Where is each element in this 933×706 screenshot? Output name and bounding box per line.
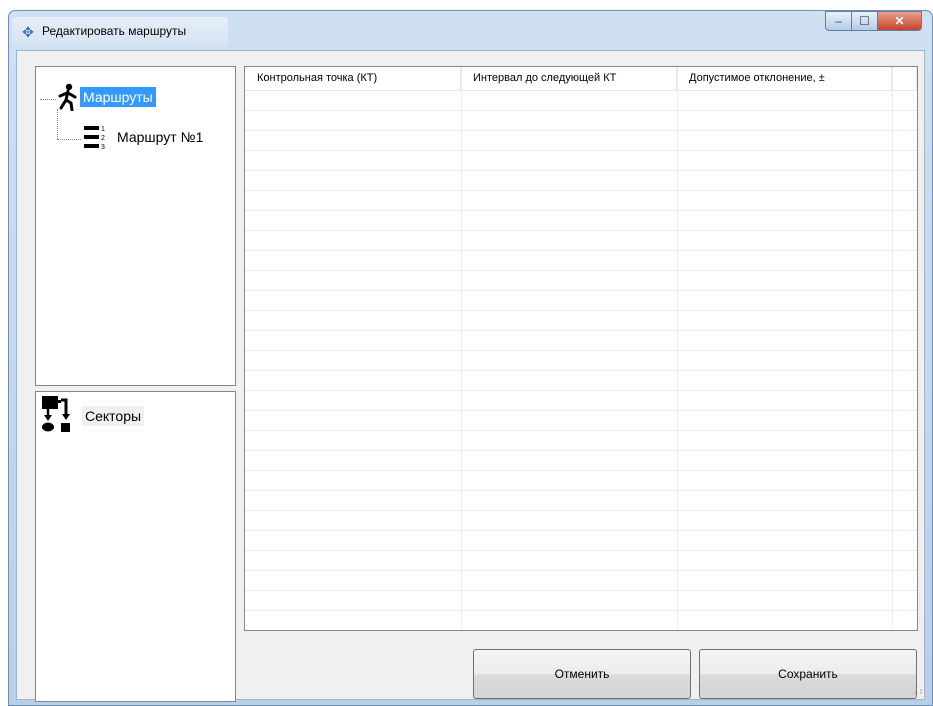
- grid-row-line: [245, 170, 917, 171]
- main-window: ✥ Редактировать маршруты – ☐ ✕ Маршруты: [8, 10, 933, 706]
- grid-column-line: [461, 67, 462, 630]
- column-header-interval[interactable]: Интервал до следующей КТ: [461, 67, 677, 90]
- save-button[interactable]: Сохранить: [699, 649, 917, 699]
- grid-row-line: [245, 610, 917, 611]
- grid-row-line: [245, 230, 917, 231]
- client-area: Маршруты 1 2 3 Маршрут №1 Секторы Контро…: [16, 50, 925, 702]
- grid-row-line: [245, 570, 917, 571]
- sectors-tree[interactable]: Секторы: [35, 391, 236, 702]
- grid-row-line: [245, 590, 917, 591]
- walking-person-icon: [58, 83, 77, 111]
- grid-row-line: [245, 530, 917, 531]
- tree-node-sectors[interactable]: Секторы: [40, 394, 145, 434]
- column-header-checkpoint[interactable]: Контрольная точка (КТ): [245, 67, 461, 90]
- window-controls: – ☐ ✕: [825, 11, 922, 31]
- grid-row-line: [245, 550, 917, 551]
- grid-header: Контрольная точка (КТ) Интервал до следу…: [245, 67, 917, 91]
- grid-row-line: [245, 470, 917, 471]
- tree-line: [57, 109, 58, 139]
- grid-row-line: [245, 390, 917, 391]
- column-header-filler: [892, 67, 917, 90]
- resize-grip-icon[interactable]: ⠠⠰: [911, 686, 923, 697]
- app-compass-icon: ✥: [22, 24, 34, 40]
- numbered-list-icon: 1 2 3: [84, 126, 105, 151]
- grid-column-line: [677, 67, 678, 630]
- grid-row-line: [245, 190, 917, 191]
- grid-row-line: [245, 450, 917, 451]
- grid-row-line: [245, 350, 917, 351]
- grid-row-line: [245, 250, 917, 251]
- grid-row-line: [245, 110, 917, 111]
- close-icon: ✕: [894, 14, 905, 28]
- grid-row-line: [245, 370, 917, 371]
- grid-row-line: [245, 510, 917, 511]
- tree-line: [57, 139, 81, 140]
- grid-row-line: [245, 310, 917, 311]
- tree-node-label: Маршрут №1: [117, 129, 204, 145]
- grid-row-line: [245, 430, 917, 431]
- column-header-tolerance[interactable]: Допустимое отклонение, ±: [677, 67, 892, 90]
- tree-node-label: Секторы: [82, 406, 145, 426]
- grid-row-line: [245, 410, 917, 411]
- svg-text:2: 2: [101, 135, 105, 142]
- svg-text:1: 1: [101, 126, 105, 133]
- maximize-button[interactable]: ☐: [852, 11, 878, 31]
- maximize-icon: ☐: [859, 14, 870, 28]
- window-title: Редактировать маршруты: [42, 24, 187, 38]
- tree-node-route-1[interactable]: 1 2 3 Маршрут №1: [82, 123, 206, 151]
- route-points-grid[interactable]: Контрольная точка (КТ) Интервал до следу…: [244, 66, 918, 631]
- grid-row-line: [245, 490, 917, 491]
- grid-row-line: [245, 130, 917, 131]
- grid-row-line: [245, 330, 917, 331]
- grid-row-line: [245, 290, 917, 291]
- routes-tree[interactable]: Маршруты 1 2 3 Маршрут №1: [35, 66, 236, 386]
- grid-row-line: [245, 270, 917, 271]
- tree-line: [40, 99, 56, 100]
- tree-node-routes[interactable]: Маршруты: [56, 83, 156, 111]
- tree-node-label: Маршруты: [80, 87, 156, 107]
- svg-text:3: 3: [101, 144, 105, 151]
- cancel-button[interactable]: Отменить: [473, 649, 691, 699]
- minimize-button[interactable]: –: [825, 11, 852, 31]
- minimize-icon: –: [835, 14, 842, 28]
- grid-row-line: [245, 150, 917, 151]
- grid-column-line: [892, 67, 893, 630]
- title-bar[interactable]: ✥ Редактировать маршруты – ☐ ✕: [9, 11, 932, 51]
- grid-row-line: [245, 210, 917, 211]
- sectors-flow-icon: [42, 396, 70, 432]
- close-button[interactable]: ✕: [878, 11, 922, 31]
